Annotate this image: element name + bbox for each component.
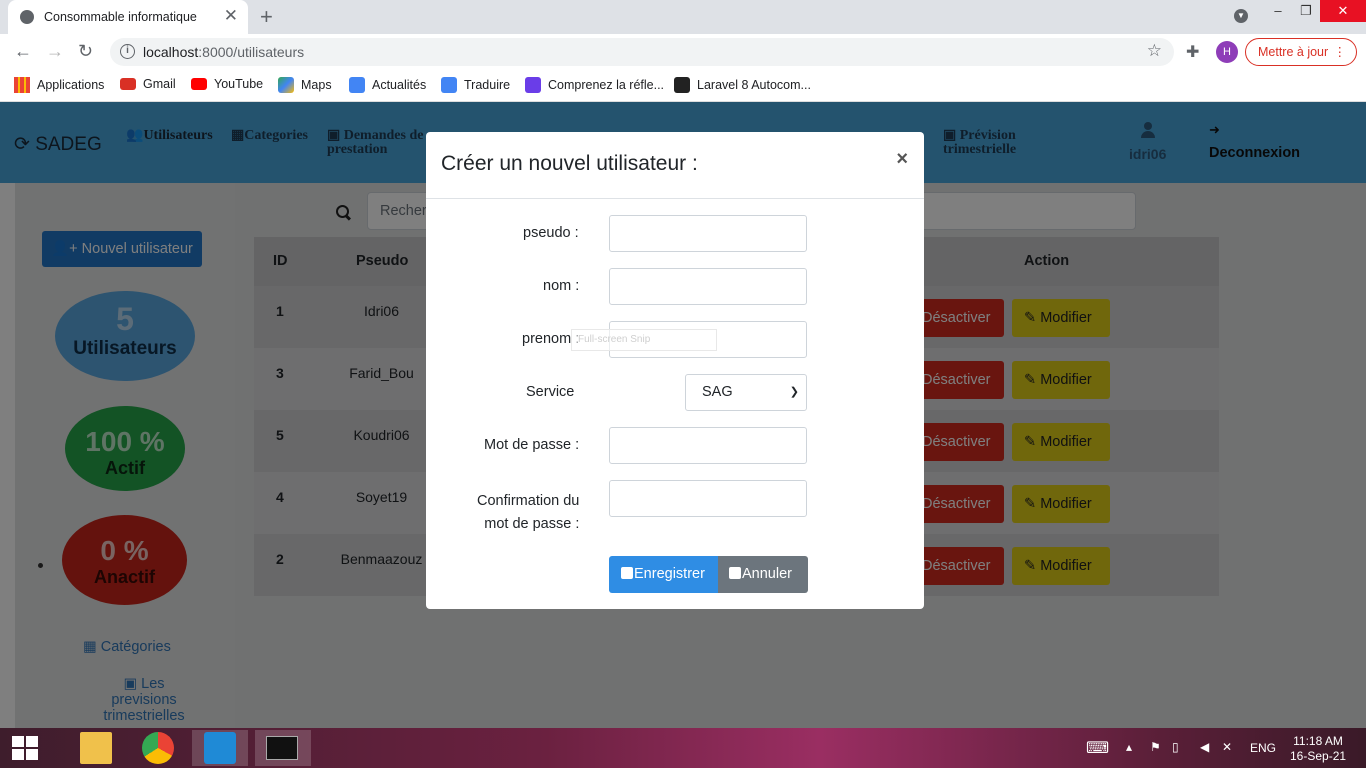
bookmark-traduire[interactable]: Traduire (441, 77, 510, 93)
browser-toolbar: ← → ↻ i localhost:8000/utilisateurs ☆ (0, 34, 1366, 70)
bookmark-applications[interactable]: Applications (14, 77, 104, 93)
chevron-up-icon[interactable]: ▴ (1126, 740, 1132, 754)
clock[interactable]: 11:18 AM 16-Sep-21 (1290, 734, 1346, 764)
create-user-modal: Créer un nouvel utilisateur : × pseudo :… (426, 132, 924, 609)
extensions-puzzle-icon[interactable]: ✚ (1186, 42, 1199, 62)
info-icon[interactable]: i (120, 44, 135, 59)
chevron-down-icon: ❯ (789, 386, 799, 398)
browser-tab[interactable]: Consommable informatique ✕ (8, 0, 248, 34)
snip-tooltip: Full-screen Snip (571, 329, 717, 351)
tab-title: Consommable informatique (44, 10, 197, 24)
confirm-password-field[interactable] (609, 480, 807, 517)
bookmark-actualites[interactable]: Actualités (349, 77, 426, 93)
network-icon[interactable]: ✕ (1222, 740, 1232, 754)
keyboard-icon[interactable]: ⌨ (1086, 738, 1109, 758)
bookmark-laravel[interactable]: Laravel 8 Autocom... (674, 77, 811, 93)
language-indicator[interactable]: ENG (1250, 741, 1276, 755)
bookmark-maps[interactable]: Maps (278, 77, 332, 93)
url-text: localhost:8000/utilisateurs (143, 44, 305, 60)
cancel-button[interactable]: Annuler (718, 556, 808, 593)
service-label: Service (526, 384, 575, 400)
news-icon (349, 77, 365, 93)
tab-close-button[interactable]: ✕ (224, 6, 238, 26)
bookmark-icon (674, 77, 690, 93)
minimize-button[interactable]: – (1264, 0, 1292, 22)
modal-title: Créer un nouvel utilisateur : (441, 152, 698, 175)
gmail-icon (120, 78, 136, 90)
password-field[interactable] (609, 427, 807, 464)
file-explorer-icon[interactable] (80, 732, 112, 764)
kebab-menu-icon[interactable]: ⋮ (1334, 39, 1347, 65)
bookmark-icon (525, 77, 541, 93)
nom-field[interactable] (609, 268, 807, 305)
close-box-icon (729, 567, 741, 579)
terminal-icon[interactable] (266, 736, 298, 760)
restore-button[interactable]: ❐ (1292, 0, 1320, 22)
address-bar[interactable]: i localhost:8000/utilisateurs ☆ (110, 38, 1174, 66)
bookmarks-bar: Applications Gmail YouTube Maps Actualit… (0, 70, 1366, 102)
bookmark-comprenez[interactable]: Comprenez la réfle... (525, 77, 664, 93)
bookmark-gmail[interactable]: Gmail (120, 77, 176, 91)
window-controls: – ❐ ✕ (1264, 0, 1366, 22)
new-tab-button[interactable]: + (260, 4, 273, 30)
confirm-password-label: Confirmation du mot de passe : (477, 493, 580, 532)
save-button[interactable]: Enregistrer (609, 556, 718, 593)
translate-icon (441, 77, 457, 93)
battery-icon[interactable]: ▯ (1172, 740, 1179, 754)
back-arrow-icon[interactable]: ← (14, 41, 32, 62)
vscode-icon[interactable] (204, 732, 236, 764)
service-select[interactable]: SAG ❯ (685, 374, 807, 411)
divider (426, 198, 924, 199)
youtube-icon (191, 78, 207, 90)
volume-icon[interactable]: ◀ (1200, 740, 1209, 754)
forward-arrow-icon[interactable]: → (46, 41, 64, 62)
bookmark-star-icon[interactable]: ☆ (1147, 41, 1162, 61)
chevron-down-icon[interactable]: ▼ (1234, 9, 1248, 23)
globe-icon (20, 10, 34, 24)
modal-close-button[interactable]: × (896, 148, 908, 171)
windows-taskbar: ⌨ ▴ ⚑ ▯ ◀ ✕ ENG 11:18 AM 16-Sep-21 (0, 728, 1366, 768)
browser-tabstrip: Consommable informatique ✕ + ▼ – ❐ ✕ (0, 0, 1366, 34)
update-button[interactable]: Mettre à jour ⋮ (1245, 38, 1357, 66)
pseudo-field[interactable] (609, 215, 807, 252)
save-icon (621, 567, 633, 579)
maps-icon (278, 77, 294, 93)
bookmark-youtube[interactable]: YouTube (191, 77, 263, 91)
flag-icon[interactable]: ⚑ (1150, 740, 1161, 754)
password-label: Mot de passe : (484, 437, 580, 453)
nom-label: nom : (543, 278, 580, 294)
apps-grid-icon (14, 77, 30, 93)
reload-icon[interactable]: ↻ (78, 41, 93, 62)
pseudo-label: pseudo : (523, 225, 579, 241)
profile-avatar[interactable]: H (1216, 41, 1238, 63)
chrome-icon[interactable] (142, 732, 174, 764)
windows-start-icon[interactable] (12, 736, 38, 760)
window-close-button[interactable]: ✕ (1320, 0, 1366, 22)
